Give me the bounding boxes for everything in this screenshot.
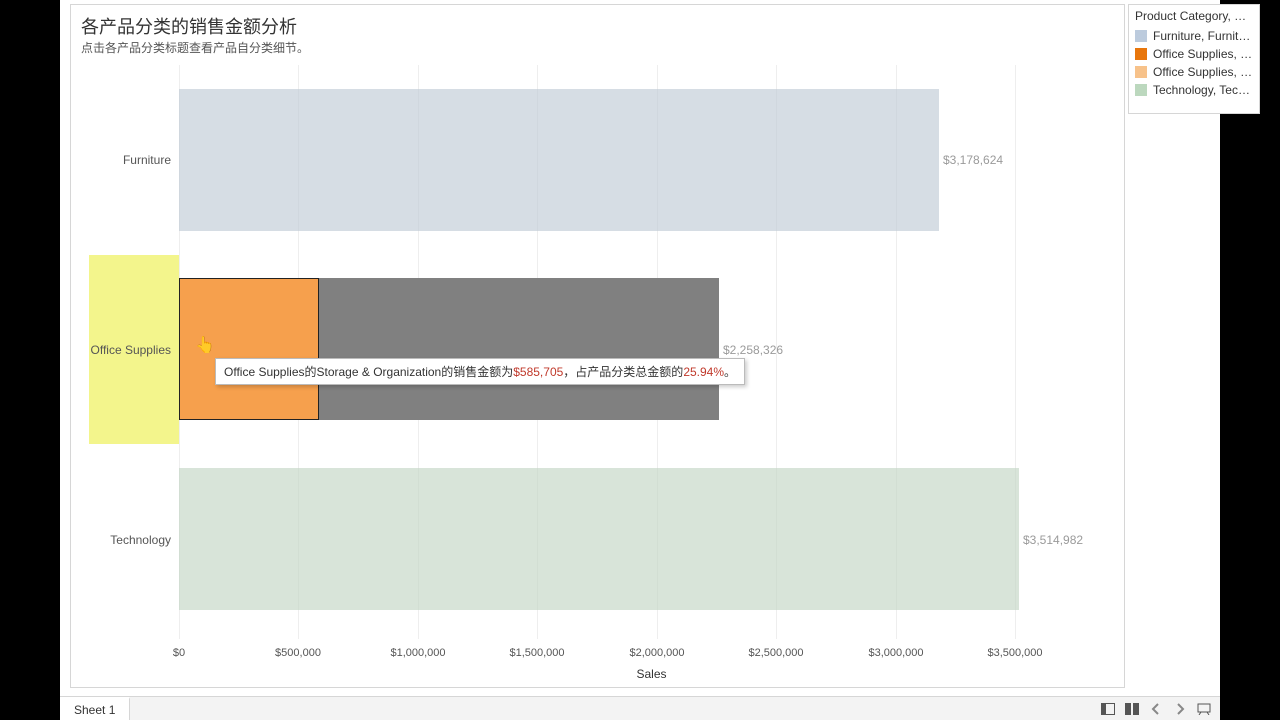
legend-swatch	[1135, 84, 1147, 96]
plot-area: Furniture Office Supplies Technology $0 …	[71, 65, 1124, 687]
category-label-office[interactable]: Office Supplies	[71, 343, 171, 357]
category-label-furniture[interactable]: Furniture	[71, 153, 171, 167]
x-tick: $500,000	[275, 647, 321, 659]
next-sheet-icon[interactable]	[1172, 701, 1188, 717]
sheet-tab[interactable]: Sheet 1	[60, 697, 130, 720]
sheet-tabs: Sheet 1	[60, 697, 130, 720]
legend-swatch	[1135, 30, 1147, 42]
tooltip-text: Office Supplies的Storage & Organization的销…	[224, 365, 513, 379]
legend-label: Furniture, Furniture	[1153, 29, 1253, 43]
legend-label: Office Supplies, Stor..	[1153, 65, 1253, 79]
filmstrip-icon[interactable]	[1124, 701, 1140, 717]
x-axis-label: Sales	[636, 667, 666, 681]
worksheet-panel: 各产品分类的销售金额分析 点击各产品分类标题查看产品自分类细节。 Furnitu…	[70, 4, 1125, 688]
x-tick: $0	[173, 647, 185, 659]
bar-value-furniture: $3,178,624	[943, 153, 1003, 167]
legend-panel: Product Category, Sho… Furniture, Furnit…	[1128, 4, 1260, 114]
legend-label: Office Supplies, Offic..	[1153, 47, 1253, 61]
x-tick: $3,500,000	[987, 647, 1042, 659]
bar-furniture[interactable]	[179, 89, 939, 231]
bar-value-technology: $3,514,982	[1023, 533, 1083, 547]
chart-subtitle: 点击各产品分类标题查看产品自分类细节。	[81, 39, 309, 56]
presentation-mode-icon[interactable]	[1196, 701, 1212, 717]
legend-swatch	[1135, 48, 1147, 60]
tooltip-text: ，占产品分类总金额的	[563, 365, 683, 379]
x-tick: $2,500,000	[748, 647, 803, 659]
app-frame: 各产品分类的销售金额分析 点击各产品分类标题查看产品自分类细节。 Furnitu…	[60, 0, 1220, 720]
legend-item[interactable]: Furniture, Furniture	[1135, 27, 1253, 45]
tooltip-text: 。	[724, 365, 736, 379]
x-tick: $1,000,000	[390, 647, 445, 659]
legend-item[interactable]: Office Supplies, Stor..	[1135, 63, 1253, 81]
sheet-tab-label: Sheet 1	[74, 703, 115, 717]
bottom-bar: Sheet 1	[60, 696, 1220, 720]
viewer-controls	[1100, 701, 1220, 717]
chart-title: 各产品分类的销售金额分析	[81, 13, 297, 39]
bar-technology[interactable]	[179, 468, 1019, 610]
x-tick: $1,500,000	[509, 647, 564, 659]
legend-label: Technology, Technol..	[1153, 83, 1253, 97]
x-tick: $3,000,000	[868, 647, 923, 659]
tooltip: Office Supplies的Storage & Organization的销…	[215, 358, 745, 385]
legend-swatch	[1135, 66, 1147, 78]
legend-item[interactable]: Office Supplies, Offic..	[1135, 45, 1253, 63]
prev-sheet-icon[interactable]	[1148, 701, 1164, 717]
x-tick: $2,000,000	[629, 647, 684, 659]
bar-value-office: $2,258,326	[723, 343, 783, 357]
category-label-technology[interactable]: Technology	[71, 533, 171, 547]
show-sheets-icon[interactable]	[1100, 701, 1116, 717]
legend-title: Product Category, Sho…	[1135, 9, 1253, 23]
tooltip-value-sales: $585,705	[513, 365, 563, 379]
legend-item[interactable]: Technology, Technol..	[1135, 81, 1253, 99]
tooltip-value-percent: 25.94%	[683, 365, 724, 379]
bar-office-storage[interactable]	[179, 278, 319, 420]
axis-area: $0 $500,000 $1,000,000 $1,500,000 $2,000…	[179, 65, 1124, 687]
